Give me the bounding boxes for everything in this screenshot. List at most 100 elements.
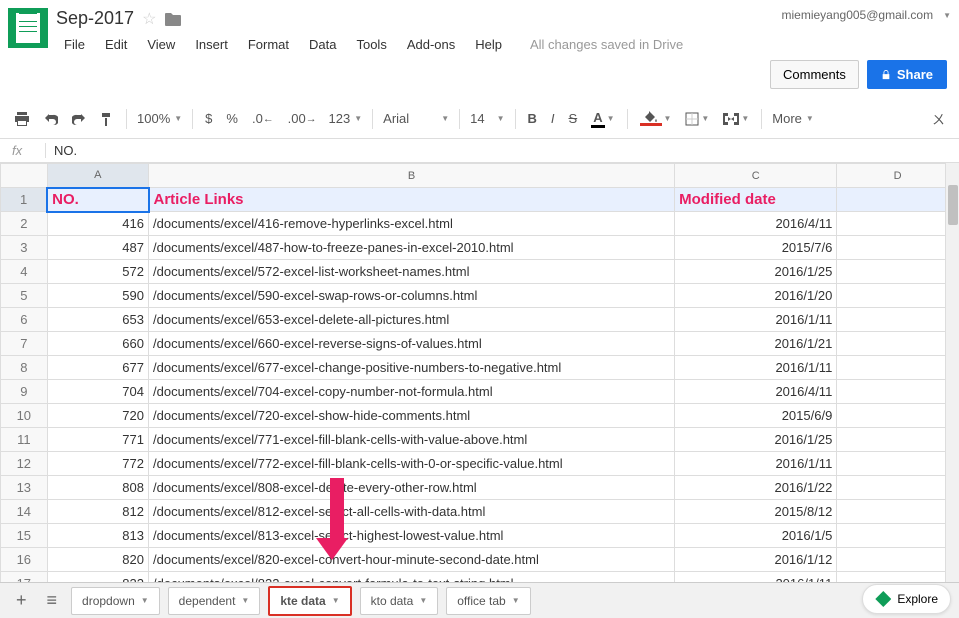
- menu-file[interactable]: File: [56, 33, 93, 56]
- cell-B13[interactable]: /documents/excel/808-excel-delete-every-…: [149, 476, 675, 500]
- cell-A12[interactable]: 772: [47, 452, 148, 476]
- number-format-select[interactable]: 123▼: [325, 109, 367, 128]
- cell-C6[interactable]: 2016/1/11: [675, 308, 837, 332]
- currency-button[interactable]: $: [199, 107, 218, 130]
- cell-C11[interactable]: 2016/1/25: [675, 428, 837, 452]
- cell-A7[interactable]: 660: [47, 332, 148, 356]
- menu-edit[interactable]: Edit: [97, 33, 135, 56]
- bold-button[interactable]: B: [522, 107, 543, 130]
- cell-D5[interactable]: [837, 284, 959, 308]
- share-button[interactable]: Share: [867, 60, 947, 89]
- cell-C16[interactable]: 2016/1/12: [675, 548, 837, 572]
- scroll-thumb[interactable]: [948, 185, 958, 225]
- cell-D8[interactable]: [837, 356, 959, 380]
- sheet-tab-kte-data[interactable]: kte data▼: [268, 586, 351, 616]
- sheet-tab-office-tab[interactable]: office tab▼: [446, 587, 530, 615]
- row-header-1[interactable]: 1: [1, 188, 48, 212]
- cell-D4[interactable]: [837, 260, 959, 284]
- row-header-4[interactable]: 4: [1, 260, 48, 284]
- vertical-scrollbar[interactable]: [945, 163, 959, 607]
- paint-format-icon[interactable]: [94, 108, 120, 130]
- document-title[interactable]: Sep-2017: [56, 8, 134, 29]
- cell-C8[interactable]: 2016/1/11: [675, 356, 837, 380]
- menu-data[interactable]: Data: [301, 33, 344, 56]
- menu-addons[interactable]: Add-ons: [399, 33, 463, 56]
- cell-A1[interactable]: NO.: [47, 188, 148, 212]
- row-header-5[interactable]: 5: [1, 284, 48, 308]
- col-header-C[interactable]: C: [675, 164, 837, 188]
- row-header-3[interactable]: 3: [1, 236, 48, 260]
- cell-B6[interactable]: /documents/excel/653-excel-delete-all-pi…: [149, 308, 675, 332]
- font-size-select[interactable]: 14▼: [466, 109, 508, 128]
- row-header-10[interactable]: 10: [1, 404, 48, 428]
- undo-icon[interactable]: [38, 109, 64, 129]
- cell-D3[interactable]: [837, 236, 959, 260]
- cell-D10[interactable]: [837, 404, 959, 428]
- cell-C5[interactable]: 2016/1/20: [675, 284, 837, 308]
- cell-B5[interactable]: /documents/excel/590-excel-swap-rows-or-…: [149, 284, 675, 308]
- add-sheet-button[interactable]: +: [8, 586, 35, 615]
- cell-C1[interactable]: Modified date: [675, 188, 837, 212]
- italic-button[interactable]: I: [545, 107, 561, 130]
- sheet-tab-dependent[interactable]: dependent▼: [168, 587, 261, 615]
- select-all-cell[interactable]: [1, 164, 48, 188]
- menu-format[interactable]: Format: [240, 33, 297, 56]
- cell-A8[interactable]: 677: [47, 356, 148, 380]
- row-header-2[interactable]: 2: [1, 212, 48, 236]
- cell-D11[interactable]: [837, 428, 959, 452]
- percent-button[interactable]: %: [220, 107, 244, 130]
- font-select[interactable]: Arial▼: [379, 109, 453, 128]
- cell-B9[interactable]: /documents/excel/704-excel-copy-number-n…: [149, 380, 675, 404]
- cell-A13[interactable]: 808: [47, 476, 148, 500]
- fx-content[interactable]: NO.: [46, 143, 85, 158]
- row-header-7[interactable]: 7: [1, 332, 48, 356]
- row-header-16[interactable]: 16: [1, 548, 48, 572]
- row-header-6[interactable]: 6: [1, 308, 48, 332]
- cell-D14[interactable]: [837, 500, 959, 524]
- cell-D6[interactable]: [837, 308, 959, 332]
- col-header-A[interactable]: A: [47, 164, 148, 188]
- cell-A11[interactable]: 771: [47, 428, 148, 452]
- cell-A2[interactable]: 416: [47, 212, 148, 236]
- zoom-select[interactable]: 100%▼: [133, 109, 186, 128]
- merge-button[interactable]: ▼: [717, 109, 755, 129]
- fill-color-button[interactable]: ▼: [634, 107, 678, 130]
- cell-B14[interactable]: /documents/excel/812-excel-select-all-ce…: [149, 500, 675, 524]
- cell-B1[interactable]: Article Links: [149, 188, 675, 212]
- cell-B8[interactable]: /documents/excel/677-excel-change-positi…: [149, 356, 675, 380]
- more-button[interactable]: More▼: [768, 109, 818, 128]
- cell-A5[interactable]: 590: [47, 284, 148, 308]
- col-header-D[interactable]: D: [837, 164, 959, 188]
- email-dropdown-icon[interactable]: ▼: [943, 11, 951, 20]
- cell-D1[interactable]: [837, 188, 959, 212]
- strikethrough-button[interactable]: S: [563, 107, 584, 130]
- cell-D16[interactable]: [837, 548, 959, 572]
- folder-icon[interactable]: [164, 11, 182, 27]
- cell-C9[interactable]: 2016/4/11: [675, 380, 837, 404]
- all-sheets-button[interactable]: ≡: [39, 586, 66, 615]
- row-header-11[interactable]: 11: [1, 428, 48, 452]
- cell-A9[interactable]: 704: [47, 380, 148, 404]
- cell-C13[interactable]: 2016/1/22: [675, 476, 837, 500]
- cell-B2[interactable]: /documents/excel/416-remove-hyperlinks-e…: [149, 212, 675, 236]
- collapse-toolbar-icon[interactable]: ㄨ: [926, 105, 951, 132]
- comments-button[interactable]: Comments: [770, 60, 859, 89]
- sheets-logo[interactable]: [8, 8, 48, 48]
- menu-tools[interactable]: Tools: [348, 33, 394, 56]
- spreadsheet-grid[interactable]: A B C D 1 NO. Article Links Modified dat…: [0, 163, 959, 596]
- cell-C10[interactable]: 2015/6/9: [675, 404, 837, 428]
- redo-icon[interactable]: [66, 109, 92, 129]
- cell-C7[interactable]: 2016/1/21: [675, 332, 837, 356]
- increase-decimal-button[interactable]: .00→: [282, 107, 323, 130]
- explore-button[interactable]: Explore: [862, 584, 951, 614]
- cell-D7[interactable]: [837, 332, 959, 356]
- row-header-9[interactable]: 9: [1, 380, 48, 404]
- cell-A16[interactable]: 820: [47, 548, 148, 572]
- cell-A4[interactable]: 572: [47, 260, 148, 284]
- cell-D9[interactable]: [837, 380, 959, 404]
- cell-B11[interactable]: /documents/excel/771-excel-fill-blank-ce…: [149, 428, 675, 452]
- cell-C15[interactable]: 2016/1/5: [675, 524, 837, 548]
- cell-B16[interactable]: /documents/excel/820-excel-convert-hour-…: [149, 548, 675, 572]
- cell-B12[interactable]: /documents/excel/772-excel-fill-blank-ce…: [149, 452, 675, 476]
- cell-D2[interactable]: [837, 212, 959, 236]
